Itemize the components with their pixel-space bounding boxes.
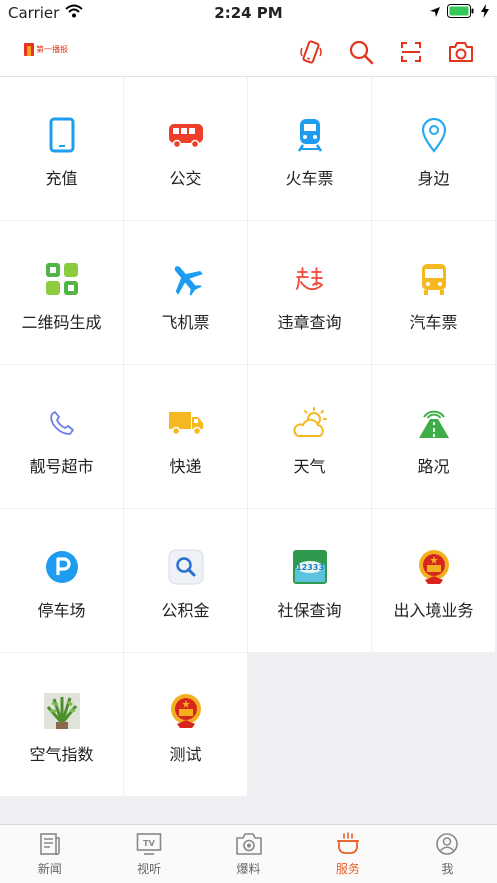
parking-icon: [42, 547, 82, 587]
service-label: 空气指数: [29, 744, 94, 764]
phone-icon: [42, 115, 82, 155]
service-express[interactable]: 快递: [124, 365, 247, 508]
service-qrcode[interactable]: 二维码生成: [0, 221, 123, 364]
logo-mark-icon: [24, 43, 34, 56]
service-label: 天气: [293, 456, 326, 476]
header-actions: [295, 36, 477, 68]
tab-video[interactable]: TV 视听: [99, 825, 198, 883]
tab-label: 服务: [335, 862, 360, 876]
service-label: 二维码生成: [21, 312, 102, 332]
tab-label: 爆料: [236, 862, 261, 876]
camera-icon: [235, 831, 263, 857]
tab-report[interactable]: 爆料: [199, 825, 298, 883]
service-label: 公积金: [161, 600, 210, 620]
service-test[interactable]: 测试: [124, 653, 247, 796]
service-label: 汽车票: [409, 312, 458, 332]
service-label: 快递: [169, 456, 202, 476]
service-label: 身边: [417, 168, 450, 188]
national-emblem-icon: [414, 547, 454, 587]
location-pin-icon: [414, 115, 454, 155]
airplane-icon: [166, 259, 206, 299]
service-number-market[interactable]: 靓号超市: [0, 365, 123, 508]
app-logo[interactable]: 第一播报: [24, 43, 68, 56]
svg-text:TV: TV: [143, 839, 155, 848]
service-label: 飞机票: [161, 312, 210, 332]
service-immigration[interactable]: 出入境业务: [372, 509, 495, 652]
header-bar: 第一播报: [0, 26, 497, 77]
telephone-handset-icon: [42, 403, 82, 443]
profile-icon: [433, 831, 461, 857]
tab-label: 我: [441, 862, 454, 876]
service-coach[interactable]: 汽车票: [372, 221, 495, 364]
service-air-quality[interactable]: 空气指数: [0, 653, 123, 796]
service-housing-fund[interactable]: 公积金: [124, 509, 247, 652]
tv-icon: TV: [135, 831, 163, 857]
tab-label: 视听: [137, 862, 162, 876]
service-traffic[interactable]: 路况: [372, 365, 495, 508]
service-bus[interactable]: 公交: [124, 77, 247, 220]
bottom-tab-bar: 新闻 TV 视听 爆料 服务 我: [0, 824, 497, 883]
service-label: 停车场: [37, 600, 86, 620]
plant-photo-icon: [42, 691, 82, 731]
service-label: 路况: [417, 456, 450, 476]
service-social-security[interactable]: 12333 社保查询: [248, 509, 371, 652]
service-label: 靓号超市: [29, 456, 94, 476]
service-parking[interactable]: 停车场: [0, 509, 123, 652]
train-icon: [290, 115, 330, 155]
service-train[interactable]: 火车票: [248, 77, 371, 220]
service-flight[interactable]: 飞机票: [124, 221, 247, 364]
shake-phone-button[interactable]: [295, 36, 327, 68]
battery-icon: [447, 4, 475, 22]
service-violation[interactable]: 违章查询: [248, 221, 371, 364]
social-security-icon: 12333: [290, 547, 330, 587]
status-right: [429, 4, 489, 22]
news-icon: [36, 831, 64, 857]
service-nearby[interactable]: 身边: [372, 77, 495, 220]
service-label: 测试: [169, 744, 202, 764]
service-label: 出入境业务: [393, 600, 474, 620]
service-label: 社保查询: [277, 600, 342, 620]
scan-icon: [401, 42, 421, 62]
status-time: 2:24 PM: [214, 4, 283, 22]
services-grid-area: 充值 公交 火车票 身边 二维码生成 飞机票 违章查询 汽车票 靓号超市 快递 …: [0, 77, 497, 824]
violation-icon: [290, 259, 330, 299]
bus-icon: [166, 115, 206, 155]
svg-text:12333: 12333: [296, 563, 324, 572]
service-label: 火车票: [285, 168, 334, 188]
weather-icon: [290, 403, 330, 443]
service-label: 公交: [169, 168, 202, 188]
delivery-truck-icon: [166, 403, 206, 443]
logo-text: 第一播报: [36, 45, 68, 54]
search-icon: [349, 40, 374, 65]
service-topup[interactable]: 充值: [0, 77, 123, 220]
coach-bus-icon: [414, 259, 454, 299]
tab-services[interactable]: 服务: [298, 825, 397, 883]
magnifier-app-icon: [166, 547, 206, 587]
service-cup-icon: [334, 831, 362, 857]
service-label: 充值: [45, 168, 78, 188]
service-label: 违章查询: [277, 312, 342, 332]
tab-label: 新闻: [37, 862, 62, 876]
charging-bolt-icon: [481, 4, 489, 22]
shake-phone-icon: [300, 40, 322, 64]
status-bar: Carrier 2:24 PM: [0, 0, 497, 26]
tab-news[interactable]: 新闻: [0, 825, 99, 883]
qr-code-icon: [42, 259, 82, 299]
scan-button[interactable]: [395, 36, 427, 68]
camera-button[interactable]: [445, 36, 477, 68]
national-emblem-icon: [166, 691, 206, 731]
camera-icon: [449, 42, 473, 62]
search-button[interactable]: [345, 36, 377, 68]
road-icon: [414, 403, 454, 443]
tab-me[interactable]: 我: [398, 825, 497, 883]
location-arrow-icon: [429, 4, 441, 22]
services-grid: 充值 公交 火车票 身边 二维码生成 飞机票 违章查询 汽车票 靓号超市 快递 …: [0, 77, 497, 796]
service-weather[interactable]: 天气: [248, 365, 371, 508]
